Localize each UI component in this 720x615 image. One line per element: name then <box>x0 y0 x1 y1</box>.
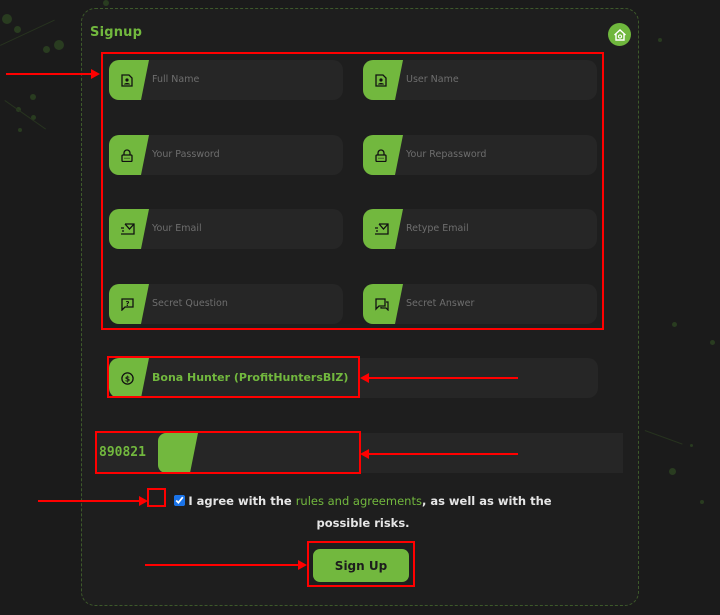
agreement-text: I agree with the rules and agreements, a… <box>148 490 578 534</box>
bg-dot <box>30 94 36 100</box>
bg-dot <box>2 14 12 24</box>
agreement-text-before: I agree with the <box>188 494 296 508</box>
bg-dot <box>700 500 704 504</box>
annotation-arrow <box>360 449 518 459</box>
rules-link[interactable]: rules and agreements <box>296 494 422 508</box>
bg-dot <box>18 128 22 132</box>
annotation-arrow <box>145 560 307 570</box>
annotation-box-sponsor <box>107 356 360 398</box>
annotation-box-captcha <box>95 431 361 474</box>
annotation-arrow <box>38 496 148 506</box>
bg-dot <box>43 46 50 53</box>
bg-dot <box>658 38 662 42</box>
bg-dot <box>54 40 64 50</box>
bg-dot <box>690 444 693 447</box>
bg-line <box>644 430 683 445</box>
annotation-arrow <box>360 373 518 383</box>
annotation-box-signup <box>307 541 415 587</box>
annotation-arrow <box>6 69 100 79</box>
bg-dot <box>672 322 677 327</box>
annotation-box-fields <box>101 52 604 330</box>
form-title: Signup <box>90 25 143 40</box>
annotation-box-checkbox <box>147 488 166 507</box>
bg-dot <box>669 468 676 475</box>
home-icon <box>613 28 626 41</box>
agree-checkbox[interactable] <box>174 495 186 506</box>
bg-dot <box>14 26 21 33</box>
bg-line <box>4 100 46 130</box>
bg-dot <box>710 340 715 345</box>
bg-dot <box>103 0 109 6</box>
home-button[interactable] <box>608 23 631 46</box>
